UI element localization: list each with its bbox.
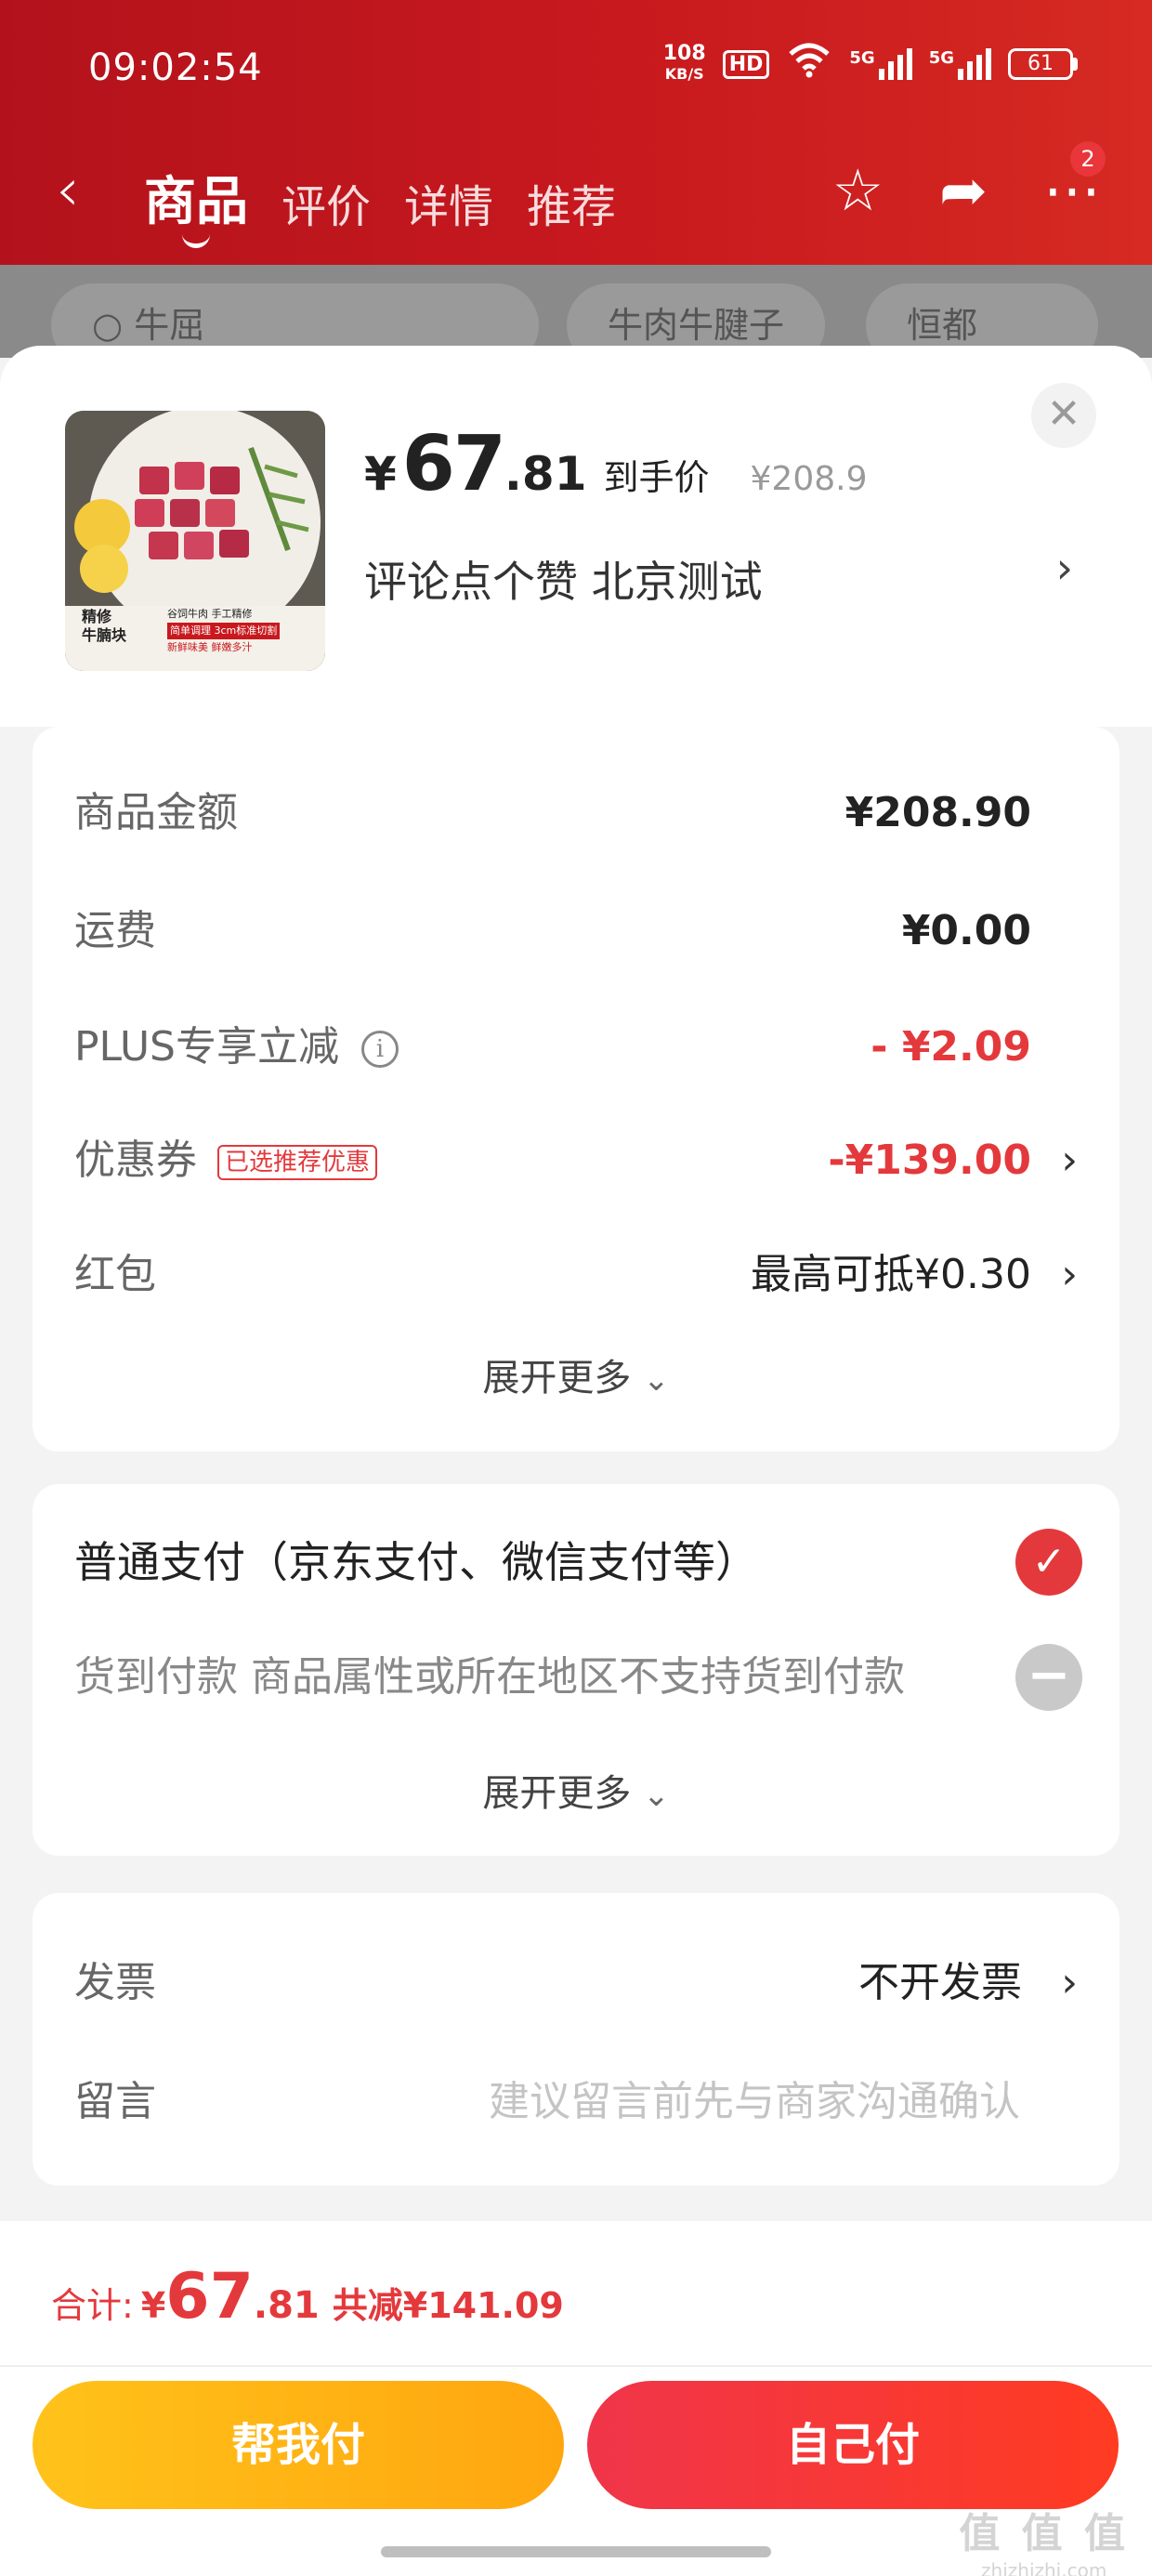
share-icon[interactable]: ➦	[939, 156, 988, 224]
tab-product[interactable]: 商品	[144, 160, 248, 235]
total-decimal: .81	[253, 2284, 320, 2327]
coupon-row[interactable]: 优惠券 已选推荐优惠 -¥139.00 ›	[74, 1128, 1078, 1193]
hd-icon: HD	[722, 49, 770, 79]
payment-cod-option: 货到付款 商品属性或所在地区不支持货到付款 −	[74, 1644, 1082, 1711]
chevron-down-icon: ⌄	[643, 1777, 670, 1814]
disabled-icon: −	[1015, 1644, 1082, 1711]
nav-tabs: 商品 评价 详情 推荐	[144, 160, 616, 235]
signal-icon: 5G	[849, 48, 912, 80]
product-summary: 精修 牛腩块 谷饲牛肉 手工精修 简单调理 3cm标准切割 新鲜味美 鲜嫩多汁 …	[0, 346, 1152, 727]
image-caption: 精修 牛腩块	[82, 608, 127, 644]
tab-reviews[interactable]: 评价	[281, 170, 371, 235]
invoice-row[interactable]: 发票 不开发票 ›	[74, 1951, 1078, 2016]
star-icon[interactable]: ☆	[831, 156, 884, 224]
wifi-icon	[786, 41, 832, 87]
info-icon[interactable]: i	[361, 1031, 399, 1068]
invoice-card: 发票 不开发票 › 留言 建议留言前先与商家沟通确认	[33, 1893, 1119, 2186]
expand-more-payment[interactable]: 展开更多 ⌄	[33, 1763, 1119, 1817]
battery-icon: 61	[1008, 48, 1078, 80]
watermark: 值 值 值 zhizhizhi.com	[959, 2510, 1129, 2576]
tab-details[interactable]: 详情	[404, 170, 493, 235]
redpacket-row[interactable]: 红包 最高可抵¥0.30 ›	[74, 1242, 1078, 1308]
net-speed: 108 KB/S	[662, 42, 706, 84]
payment-normal-option[interactable]: 普通支付（京东支付、微信支付等） ✓	[74, 1529, 1082, 1596]
bottom-bar: 合计: ¥ 67 .81 共减¥141.09 帮我付 自己付 值 值 值 zhi…	[0, 2221, 1152, 2576]
shipping-row: 运费 ¥0.00	[74, 907, 1031, 954]
total-saved: 共减¥141.09	[332, 2285, 564, 2326]
status-bar: 09:02:54 108 KB/S HD 5G 5G 61	[0, 0, 1152, 130]
check-icon[interactable]: ✓	[1015, 1529, 1082, 1596]
nav-actions: ☆ ➦ ⋯	[831, 156, 1101, 224]
top-header: 09:02:54 108 KB/S HD 5G 5G 61 ‹ 商品 评价 详情…	[0, 0, 1152, 265]
help-pay-button[interactable]: 帮我付	[33, 2381, 564, 2509]
price-decimal: .81	[504, 447, 587, 501]
price-integer: 67	[401, 420, 506, 508]
plus-discount-row: PLUS专享立减 i - ¥2.09	[74, 1023, 1031, 1071]
message-input[interactable]: 建议留言前先与商家沟通确认	[489, 2070, 1020, 2135]
coupon-tag: 已选推荐优惠	[217, 1145, 378, 1180]
chevron-right-icon[interactable]: ›	[1061, 1951, 1078, 2016]
expand-more-amounts[interactable]: 展开更多 ⌄	[33, 1347, 1119, 1401]
status-icons: 108 KB/S HD 5G 5G 61	[663, 41, 1078, 87]
message-row: 留言 建议留言前先与商家沟通确认	[74, 2070, 1078, 2135]
self-pay-button[interactable]: 自己付	[587, 2381, 1119, 2509]
divider	[0, 2365, 1152, 2367]
tab-recommend[interactable]: 推荐	[527, 170, 616, 235]
amount-card: 商品金额 ¥208.90 运费 ¥0.00 PLUS专享立减 i - ¥2.09 …	[33, 727, 1119, 1452]
close-icon[interactable]: ✕	[1031, 383, 1096, 448]
price-line: ¥ 67 .81 到手价 ¥208.9	[364, 420, 867, 508]
goods-amount-row: 商品金额 ¥208.90	[74, 789, 1031, 836]
message-badge: 2	[1070, 141, 1106, 177]
chevron-right-icon[interactable]: ›	[1061, 1242, 1078, 1308]
product-nav: ‹ 商品 评价 详情 推荐 ☆ ➦ ⋯	[0, 139, 1152, 242]
signal-icon-2: 5G	[929, 48, 991, 80]
original-price: ¥208.9	[750, 460, 868, 498]
chevron-right-icon[interactable]: ›	[1056, 543, 1073, 593]
search-icon: ○	[92, 305, 124, 346]
price-symbol: ¥	[364, 447, 397, 501]
product-image: 精修 牛腩块 谷饲牛肉 手工精修 简单调理 3cm标准切割 新鲜味美 鲜嫩多汁	[65, 411, 325, 671]
home-indicator[interactable]	[381, 2546, 771, 2557]
total-integer: 67	[165, 2260, 254, 2333]
chevron-down-icon: ⌄	[643, 1361, 670, 1399]
status-time: 09:02:54	[88, 46, 263, 89]
price-label: 到手价	[603, 457, 710, 498]
payment-card: 普通支付（京东支付、微信支付等） ✓ 货到付款 商品属性或所在地区不支持货到付款…	[33, 1484, 1119, 1856]
total-line: 合计: ¥ 67 .81 共减¥141.09	[51, 2260, 564, 2333]
back-icon[interactable]: ‹	[56, 156, 80, 225]
image-lines: 谷饲牛肉 手工精修 简单调理 3cm标准切割 新鲜味美 鲜嫩多汁	[167, 606, 281, 656]
sku-selector[interactable]: 评论点个赞 北京测试	[364, 548, 763, 610]
chevron-right-icon[interactable]: ›	[1061, 1128, 1078, 1193]
